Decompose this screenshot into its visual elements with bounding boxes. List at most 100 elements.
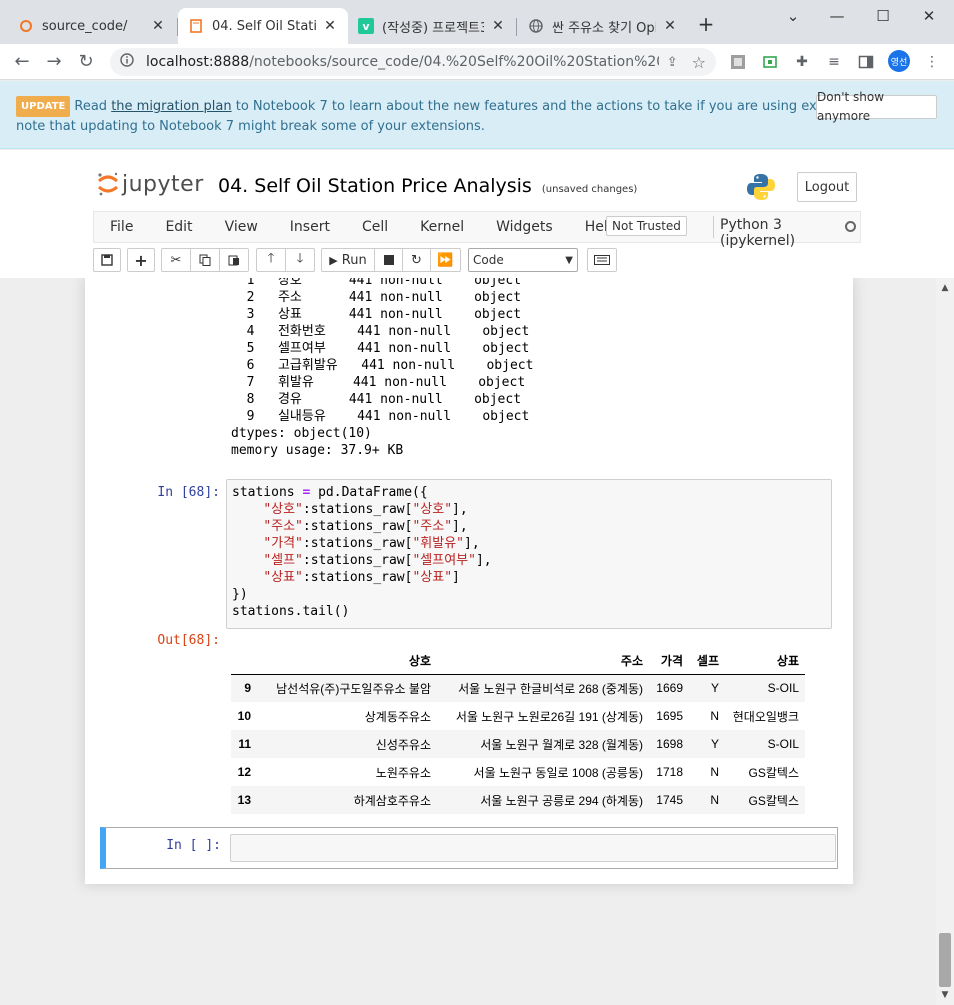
table-cell: Y xyxy=(710,681,719,696)
side-panel-icon[interactable] xyxy=(856,52,876,72)
code-line: "셀프":stations_raw["셀프여부"], xyxy=(263,553,492,568)
close-icon[interactable]: ✕ xyxy=(490,18,506,34)
fast-forward-icon[interactable]: ⏩ xyxy=(430,248,461,272)
row-index: 13 xyxy=(237,793,251,807)
media-queue-icon[interactable]: ≡ xyxy=(824,52,844,72)
new-tab-button[interactable]: + xyxy=(694,12,718,36)
scroll-down-arrow-icon[interactable]: ▼ xyxy=(939,989,951,1001)
menu-insert[interactable]: Insert xyxy=(274,219,346,235)
tab-search-chevron-icon[interactable]: ⌄ xyxy=(778,6,808,26)
info-line: dtypes: object(10) xyxy=(231,426,372,441)
cell-type-value: Code xyxy=(473,253,504,267)
table-cell: 상계동주유소 xyxy=(364,709,431,724)
selected-empty-cell[interactable]: In [ ]: xyxy=(100,827,838,869)
close-icon[interactable]: ✕ xyxy=(322,18,338,34)
extension-puzzle-photo-icon[interactable] xyxy=(728,52,748,72)
info-line: 2 주소 441 non-null object xyxy=(231,290,522,305)
table-header-row: 상호 주소 가격 셀프 상표 xyxy=(231,648,805,675)
info-line: 3 상표 441 non-null object xyxy=(231,307,522,322)
table-cell: 1698 xyxy=(656,737,683,751)
index-header xyxy=(231,648,257,675)
browser-tab-velog[interactable]: v (작성중) 프로젝트3 ✕ xyxy=(348,8,516,44)
dont-show-anymore-button[interactable]: Don't show anymore xyxy=(816,90,937,123)
code-input-area[interactable]: stations = pd.DataFrame({ "상호":stations_… xyxy=(226,479,832,629)
url-field[interactable]: localhost:8888/notebooks/source_code/04.… xyxy=(110,48,716,76)
move-down-arrow-icon[interactable]: 🡓 xyxy=(285,248,315,272)
scrollbar-thumb[interactable] xyxy=(939,933,951,987)
jupyter-logo[interactable]: jupyter xyxy=(96,170,204,198)
run-button[interactable]: ▶ Run xyxy=(321,248,375,272)
table-cell: GS칼텍스 xyxy=(748,793,799,808)
column-header: 상호 xyxy=(257,648,437,675)
info-line: 6 고급휘발유 441 non-null object xyxy=(231,358,534,373)
menu-file[interactable]: File xyxy=(94,219,149,235)
input-prompt: In [ ]: xyxy=(166,838,221,853)
code-line: "가격":stations_raw["휘발유"], xyxy=(263,536,480,551)
menu-view[interactable]: View xyxy=(209,219,274,235)
extension-green-icon[interactable] xyxy=(760,52,780,72)
menu-cell[interactable]: Cell xyxy=(346,219,404,235)
menu-kernel[interactable]: Kernel xyxy=(404,219,480,235)
close-window-icon[interactable]: ✕ xyxy=(914,6,944,26)
info-line: 8 경유 441 non-null object xyxy=(231,392,522,407)
profile-avatar[interactable]: 영선 xyxy=(888,50,910,72)
notebook-scrollbar[interactable]: ▲ ▼ xyxy=(936,278,954,1005)
browser-tab-source-code[interactable]: source_code/ ✕ xyxy=(8,8,176,44)
kernel-idle-indicator-icon xyxy=(845,221,856,232)
update-banner: UPDATE Read the migration plan to Noteboo… xyxy=(0,81,954,149)
column-header: 주소 xyxy=(437,648,649,675)
extensions-puzzle-icon[interactable]: ✚ xyxy=(792,52,812,72)
save-status: (unsaved changes) xyxy=(541,184,638,195)
browser-tab-notebook[interactable]: 04. Self Oil Station ✕ xyxy=(178,8,348,44)
table-cell: 현대오일뱅크 xyxy=(732,709,799,724)
forward-arrow-icon[interactable]: → xyxy=(42,50,66,74)
restart-icon[interactable]: ↻ xyxy=(402,248,431,272)
table-cell: 1695 xyxy=(656,709,683,723)
tab-title: (작성중) 프로젝트3 xyxy=(382,20,484,36)
scroll-up-arrow-icon[interactable]: ▲ xyxy=(939,282,951,294)
close-icon[interactable]: ✕ xyxy=(662,18,678,34)
code-line: stations = pd.DataFrame({ xyxy=(232,485,428,500)
logout-button[interactable]: Logout xyxy=(797,172,857,202)
table-row: 10 상계동주유소 서울 노원구 노원로26길 191 (상계동) 1695 N 현대오일… xyxy=(231,702,805,730)
column-header: 가격 xyxy=(649,648,689,675)
notebook-container[interactable]: 1 상호 441 non-null object 2 주소 441 non-nu… xyxy=(0,278,954,1005)
maximize-icon[interactable]: ☐ xyxy=(868,6,898,26)
table-cell: 남선석유(주)구도일주유소 불암 xyxy=(276,681,431,696)
stop-square-icon[interactable] xyxy=(374,248,403,272)
share-icon[interactable]: ⇪ xyxy=(667,55,678,70)
kebab-menu-icon[interactable]: ⋮ xyxy=(922,52,942,72)
chevron-down-icon: ▼ xyxy=(565,254,573,266)
update-badge: UPDATE xyxy=(16,96,71,117)
menu-edit[interactable]: Edit xyxy=(149,219,208,235)
copy-icon[interactable] xyxy=(190,248,220,272)
row-index: 12 xyxy=(237,765,251,779)
cut-scissors-icon[interactable]: ✂ xyxy=(161,248,191,272)
reload-icon[interactable]: ↻ xyxy=(74,50,98,74)
empty-code-input[interactable] xyxy=(230,834,836,862)
save-icon[interactable] xyxy=(93,248,121,272)
move-up-arrow-icon[interactable]: 🡑 xyxy=(256,248,286,272)
url-path: /notebooks/source_code/04.%20Self%20Oil%… xyxy=(249,54,659,70)
trust-button[interactable]: Not Trusted xyxy=(606,216,687,236)
table-row: 12 노원주유소 서울 노원구 동일로 1008 (공릉동) 1718 N GS칼텍스 xyxy=(231,758,805,786)
minimize-icon[interactable]: — xyxy=(822,6,852,26)
browser-tab-opinet[interactable]: 싼 주유소 찾기 Opi ✕ xyxy=(518,8,688,44)
info-icon[interactable] xyxy=(120,53,134,71)
menu-bar: File Edit View Insert Cell Kernel Widget… xyxy=(93,211,861,249)
column-header: 셀프 xyxy=(689,648,725,675)
table-cell: S-OIL xyxy=(767,737,799,751)
back-arrow-icon[interactable]: ← xyxy=(10,50,34,74)
command-palette-keyboard-icon[interactable] xyxy=(587,248,617,272)
migration-plan-link[interactable]: the migration plan xyxy=(111,99,231,114)
paste-icon[interactable] xyxy=(219,248,249,272)
kernel-name[interactable]: Python 3 (ipykernel) xyxy=(720,217,860,249)
insert-cell-plus-icon[interactable]: + xyxy=(127,248,155,272)
menu-widgets[interactable]: Widgets xyxy=(480,219,569,235)
jupyter-logo-icon xyxy=(98,172,118,196)
bookmark-star-icon[interactable]: ☆ xyxy=(692,53,706,72)
cell-type-select[interactable]: Code ▼ xyxy=(468,248,578,272)
table-cell: N xyxy=(710,765,719,779)
notebook-title[interactable]: 04. Self Oil Station Price Analysis xyxy=(218,175,532,197)
close-icon[interactable]: ✕ xyxy=(150,18,166,34)
